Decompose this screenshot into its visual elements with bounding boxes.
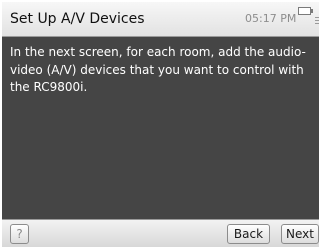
title-bar: Set Up A/V Devices 05:17 PM <box>2 2 319 37</box>
help-button[interactable]: ? <box>10 224 29 244</box>
bottom-bar: ? Back Next <box>2 219 319 247</box>
menu-icon[interactable] <box>315 17 319 27</box>
battery-icon <box>298 7 313 15</box>
rc9800i-screen: Set Up A/V Devices 05:17 PM In the next … <box>0 0 321 247</box>
clock-time: 05:17 PM <box>245 12 297 25</box>
content-panel: In the next screen, for each room, add t… <box>2 37 319 219</box>
next-button[interactable]: Next <box>281 224 319 244</box>
back-button[interactable]: Back <box>227 224 270 244</box>
instruction-text: In the next screen, for each room, add t… <box>10 45 306 94</box>
page-title: Set Up A/V Devices <box>10 11 145 27</box>
